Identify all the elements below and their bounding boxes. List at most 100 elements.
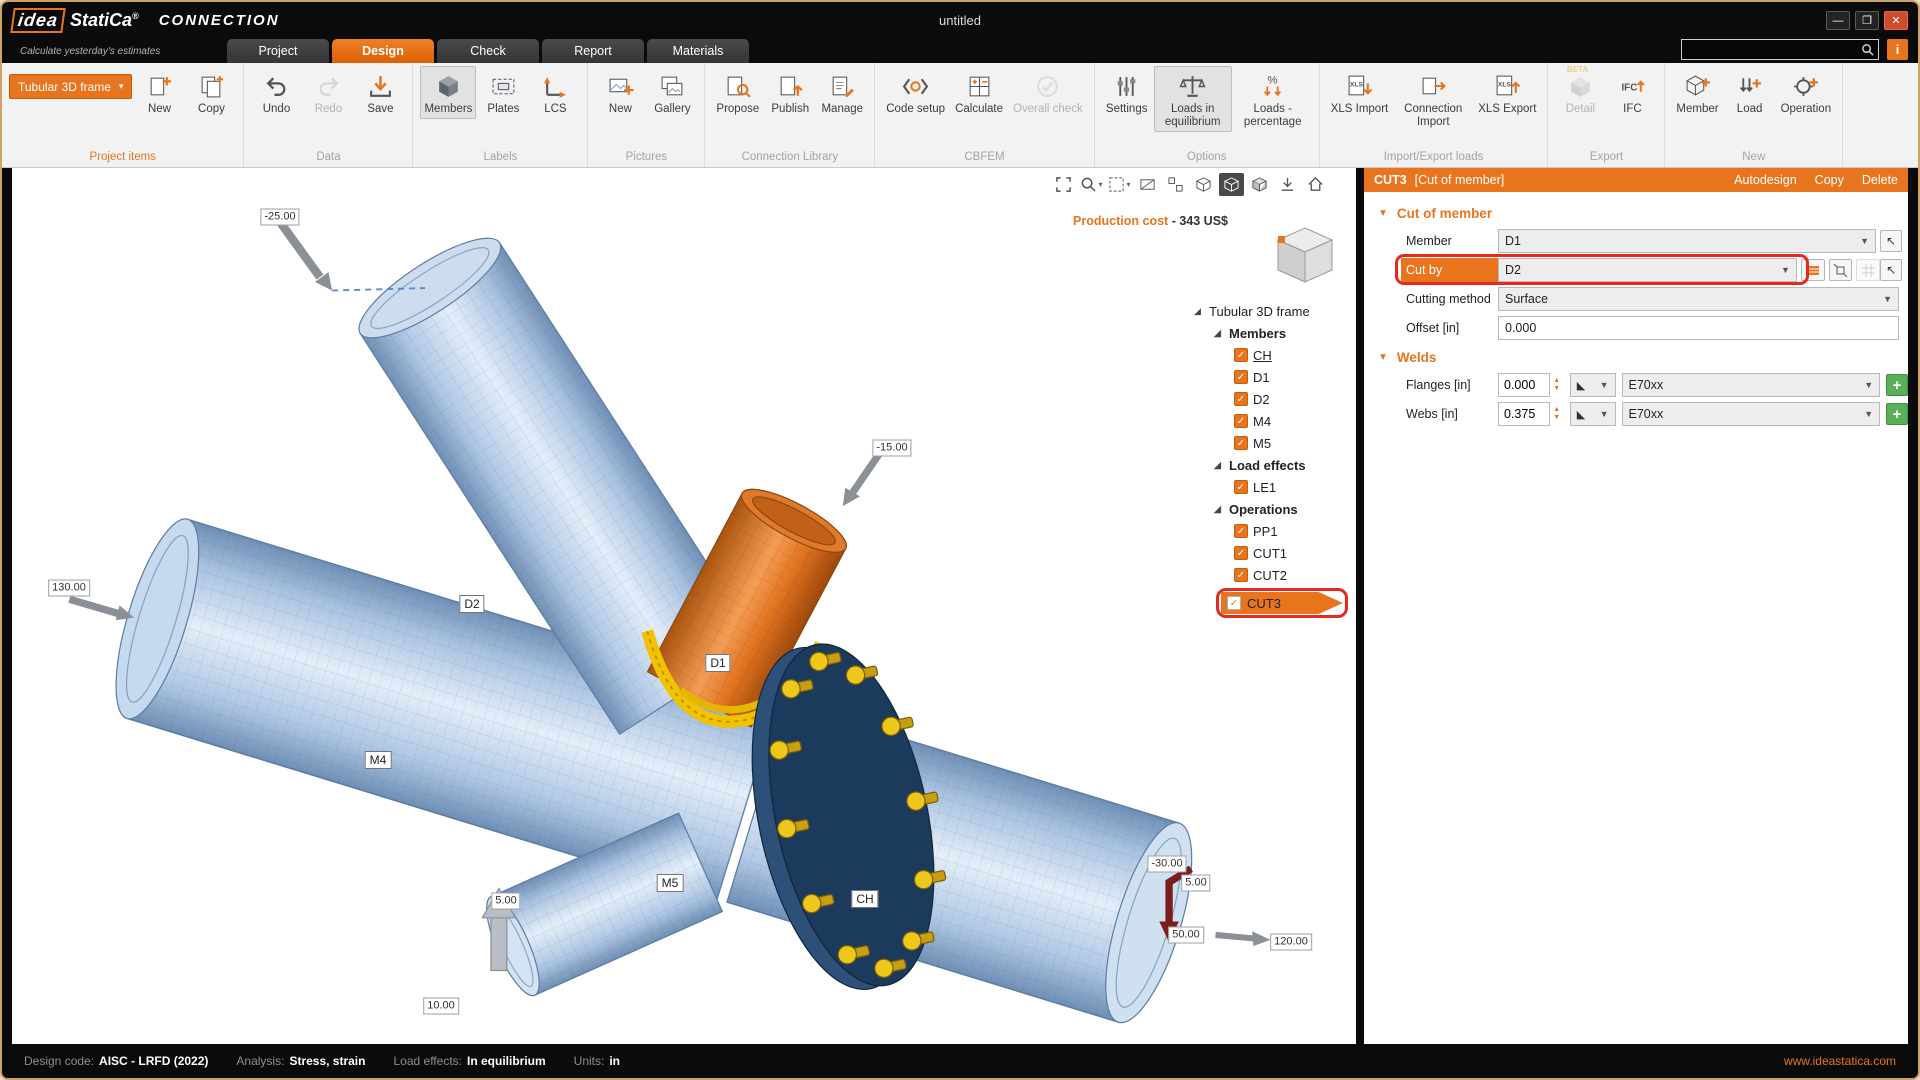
ribbon-button-gallery[interactable]: Gallery [647,66,697,119]
tree-item-d2[interactable]: ✓ D2 [1194,388,1350,410]
expander-icon[interactable]: ◢ [1214,328,1224,339]
cutting-method-select[interactable]: Surface ▼ [1498,287,1899,311]
ribbon-button-new-picture[interactable]: New [595,66,645,119]
webs-stepper[interactable]: ▲ ▼ [1550,402,1564,426]
webs-size-input[interactable]: 0.375 [1498,402,1550,426]
info-button[interactable]: i [1887,39,1908,60]
supports-view-icon[interactable] [1275,173,1300,196]
tree-item-cut1[interactable]: ✓ CUT1 [1194,542,1350,564]
tree-item-d1[interactable]: ✓ D1 [1194,366,1350,388]
exploded-view-icon[interactable] [1163,173,1188,196]
flange-weld-material-select[interactable]: E70xx ▼ [1621,373,1881,397]
tree-group-load-effects[interactable]: ◢ Load effects [1194,454,1350,476]
cut-by-select[interactable]: D2 ▼ [1498,258,1797,282]
ribbon-button-plates-labels[interactable]: Plates [478,66,528,119]
minimize-button[interactable]: — [1826,11,1850,30]
search-input[interactable] [1686,42,1861,57]
expander-icon[interactable]: ◢ [1214,504,1224,515]
wireframe-view-icon[interactable] [1191,173,1216,196]
ribbon-button-new-operation[interactable]: Operation [1777,66,1836,119]
pick-cut-by-button[interactable]: ↖ [1880,259,1902,281]
ribbon-button-members-labels[interactable]: Members [420,66,477,119]
flanges-size-input[interactable]: 0.000 [1498,373,1550,397]
section-collapse-icon[interactable]: ▼ [1378,208,1388,219]
tree-group-members[interactable]: ◢ Members [1194,322,1350,344]
stepper-down-icon[interactable]: ▼ [1550,414,1564,422]
ribbon-button-propose[interactable]: Propose [712,66,763,119]
maximize-button[interactable]: ❐ [1855,11,1879,30]
web-weld-material-select[interactable]: E70xx ▼ [1621,402,1881,426]
ribbon-button-loads-in-equilibrium[interactable]: Loads in equilibrium [1153,66,1232,132]
autodesign-button[interactable]: Autodesign [1734,173,1797,187]
ribbon-button-xls-import[interactable]: XLS XLS Import [1327,66,1393,119]
ribbon-button-manage[interactable]: Manage [817,66,867,119]
checkbox-icon[interactable]: ✓ [1234,370,1248,384]
add-web-weld-button[interactable]: + [1886,403,1908,425]
flange-weld-type-select[interactable]: ◣ ▼ [1569,373,1616,397]
solid-view-icon[interactable] [1219,173,1244,196]
copy-operation-button[interactable]: Copy [1815,173,1844,187]
close-button[interactable]: ✕ [1884,11,1908,30]
ribbon-button-copy-item[interactable]: Copy [186,66,236,119]
ribbon-button-new-load[interactable]: Load [1725,66,1775,119]
tree-root[interactable]: ◢ Tubular 3D frame [1194,300,1350,322]
tree-group-operations[interactable]: ◢ Operations [1194,498,1350,520]
checkbox-icon[interactable]: ✓ [1234,348,1248,362]
tree-item-le1[interactable]: ✓ LE1 [1194,476,1350,498]
ribbon-button-undo[interactable]: Undo [251,66,301,119]
search-box[interactable] [1681,39,1879,60]
flanges-stepper[interactable]: ▲ ▼ [1550,373,1564,397]
stepper-down-icon[interactable]: ▼ [1550,385,1564,393]
ribbon-button-save[interactable]: Save [355,66,405,119]
ribbon-button-settings[interactable]: Settings [1102,66,1152,119]
offset-input[interactable]: 0.000 [1498,316,1899,340]
project-item-dropdown[interactable]: Tubular 3D frame ▾ [9,74,133,99]
ribbon-button-code-setup[interactable]: Code setup [882,66,949,119]
tree-item-cut3[interactable]: ✓ CUT3 [1221,592,1343,614]
ribbon-button-connection-import[interactable]: Connection Import [1394,66,1472,132]
ribbon-button-calculate[interactable]: Calculate [951,66,1007,119]
tree-item-m4[interactable]: ✓ M4 [1194,410,1350,432]
stepper-up-icon[interactable]: ▲ [1550,377,1564,385]
expand-selection-button[interactable] [1828,259,1853,281]
select-mode-dropdown[interactable]: ▾ [1107,173,1132,196]
fit-view-icon[interactable] [1051,173,1076,196]
tree-item-pp1[interactable]: ✓ PP1 [1194,520,1350,542]
ribbon-button-publish[interactable]: Publish [765,66,815,119]
ribbon-button-new-item[interactable]: New [134,66,184,119]
checkbox-icon[interactable]: ✓ [1234,524,1248,538]
stepper-up-icon[interactable]: ▲ [1550,406,1564,414]
ribbon-button-ifc[interactable]: IFC IFC [1607,66,1657,119]
checkbox-icon[interactable]: ✓ [1234,414,1248,428]
zoom-window-dropdown[interactable]: ▾ [1079,173,1104,196]
tab-project[interactable]: Project [227,39,329,63]
view-cube[interactable] [1270,224,1340,291]
add-flange-weld-button[interactable]: + [1886,374,1908,396]
tree-item-cut2[interactable]: ✓ CUT2 [1194,564,1350,586]
checkbox-icon[interactable]: ✓ [1234,436,1248,450]
grid-button[interactable] [1856,259,1881,281]
pick-member-button[interactable]: ↖ [1880,230,1902,252]
delete-operation-button[interactable]: Delete [1862,173,1898,187]
website-link[interactable]: www.ideastatica.com [1784,1054,1896,1068]
section-cut-of-member[interactable]: ▼ Cut of member [1364,200,1908,228]
ribbon-button-redo[interactable]: Redo [303,66,353,119]
ribbon-button-detail[interactable]: BETA Detail [1555,65,1605,119]
viewport-3d-scene[interactable]: .shaft { fill:#c79f10; stroke:#7a5e06; s… [12,168,1356,1044]
weld-edges-button[interactable] [1800,259,1825,281]
ribbon-button-xls-export[interactable]: XLS XLS Export [1474,66,1540,119]
ribbon-button-overall-check[interactable]: Overall check [1009,66,1087,119]
checkbox-icon[interactable]: ✓ [1234,568,1248,582]
member-select[interactable]: D1 ▼ [1498,229,1876,253]
expander-icon[interactable]: ◢ [1194,306,1204,317]
checkbox-icon[interactable]: ✓ [1234,546,1248,560]
clip-plane-icon[interactable] [1135,173,1160,196]
checkbox-icon[interactable]: ✓ [1234,392,1248,406]
tree-item-ch[interactable]: ✓ CH [1194,344,1350,366]
checkbox-icon[interactable]: ✓ [1234,480,1248,494]
web-weld-type-select[interactable]: ◣ ▼ [1569,402,1616,426]
transparent-view-icon[interactable] [1247,173,1272,196]
tab-report[interactable]: Report [542,39,644,63]
expander-icon[interactable]: ◢ [1214,460,1224,471]
tab-check[interactable]: Check [437,39,539,63]
